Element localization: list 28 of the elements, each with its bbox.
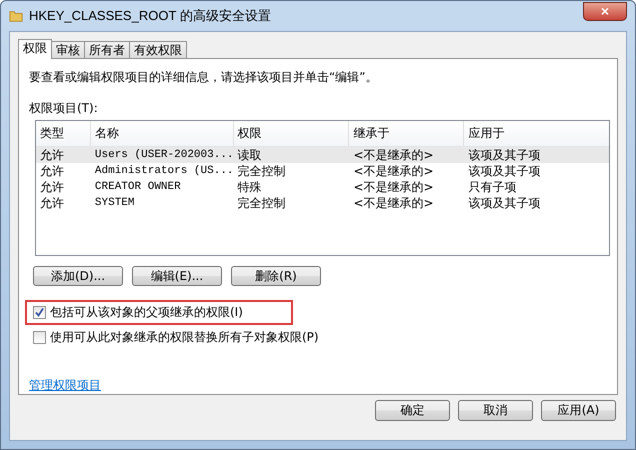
action-button[interactable]: 添加(D)... (33, 266, 123, 286)
action-button[interactable]: 编辑(E)... (132, 266, 222, 286)
list-label: 权限项目(T): (29, 100, 99, 116)
window-title: HKEY_CLASSES_ROOT 的高级安全设置 (29, 7, 271, 25)
selected-row[interactable]: 允许 Users (USER-202003... 读取 <不是继承的> 该项及其子项 (36, 147, 609, 163)
table-row[interactable]: 允许 Administrators (US... 完全控制 <不是继承的> 该项及其子项 (36, 163, 609, 179)
column-header[interactable]: 应用于 (464, 121, 609, 146)
column-header[interactable]: 继承于 (349, 121, 464, 146)
dialog-button[interactable]: 取消 (458, 400, 533, 421)
table-row[interactable]: 允许 CREATOR OWNER 特殊 <不是继承的> 只有子项 (36, 179, 609, 195)
checkbox[interactable] (33, 306, 46, 319)
action-button[interactable]: 删除(R) (231, 266, 321, 286)
tab[interactable]: 有效权限 (129, 41, 187, 58)
tab[interactable]: 所有者 (84, 41, 130, 58)
manage-permissions-link[interactable]: 管理权限项目 (29, 377, 101, 394)
table-row[interactable]: 允许 SYSTEM 完全控制 <不是继承的> 该项及其子项 (36, 195, 609, 211)
tab[interactable]: 审核 (51, 41, 85, 58)
column-header[interactable]: 类型 (36, 121, 91, 146)
folder-icon (9, 9, 23, 23)
column-header[interactable]: 名称 (90, 121, 234, 146)
column-header[interactable]: 权限 (234, 121, 350, 146)
tab[interactable]: 权限 (18, 39, 52, 59)
dialog-button[interactable]: 应用(A) (541, 400, 616, 421)
dialog-button[interactable]: 确定 (375, 400, 450, 421)
checkbox-label: 包括可从该对象的父项继承的权限(I) (50, 304, 243, 321)
checkbox-label: 使用可从此对象继承的权限替换所有子对象权限(P) (50, 329, 319, 346)
checkbox[interactable] (33, 331, 46, 344)
instruction-text: 要查看或编辑权限项目的详细信息，请选择该项目并单击“编辑”。 (29, 69, 378, 85)
